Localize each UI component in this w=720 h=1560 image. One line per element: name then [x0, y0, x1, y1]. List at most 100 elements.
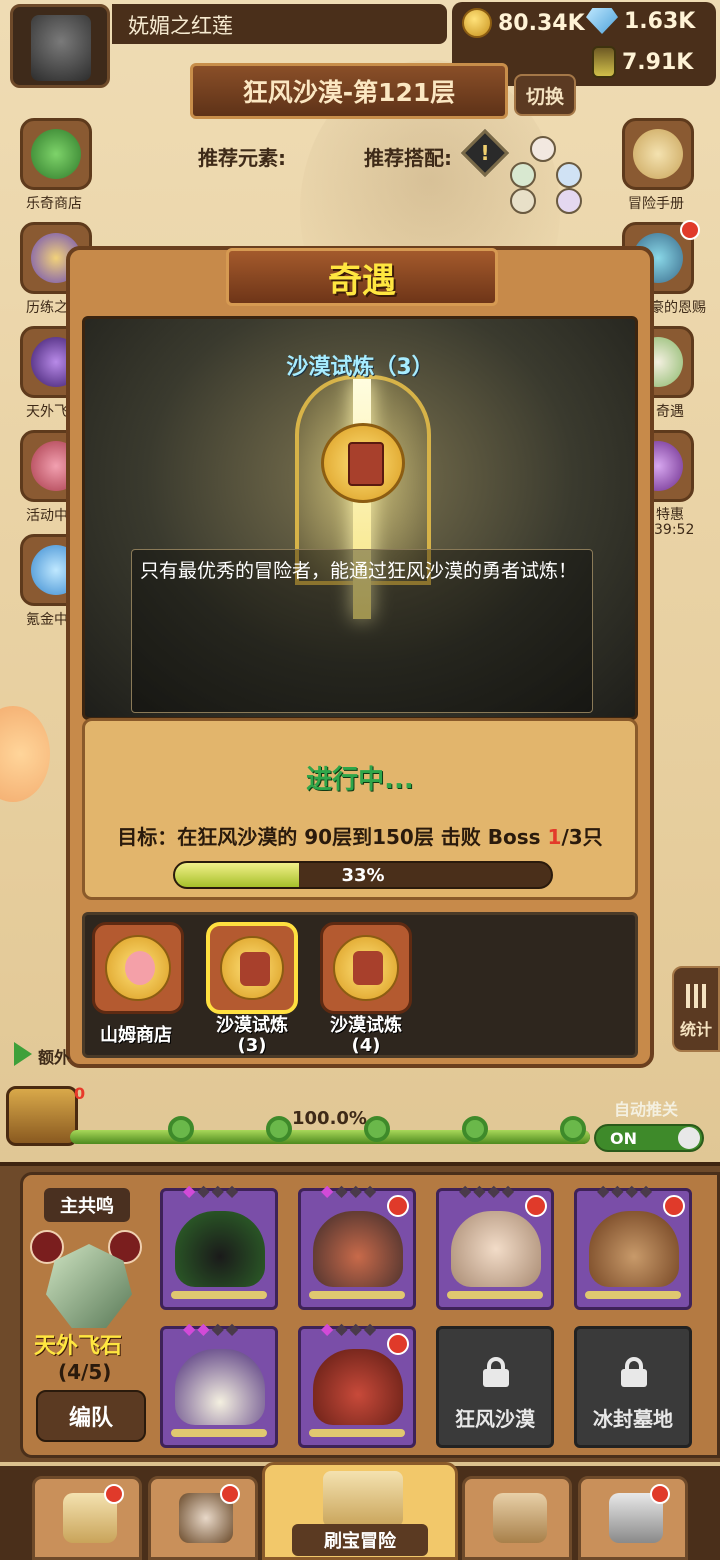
meteor-label: 天外飞 — [26, 404, 68, 420]
formation-button[interactable]: 编队 — [36, 1390, 146, 1442]
status-text: 进行中... — [306, 765, 414, 795]
progress-label: 33% — [341, 864, 385, 886]
knight-helmet-icon — [31, 15, 91, 81]
clover-icon — [31, 129, 81, 179]
book-icon — [333, 935, 399, 1001]
nav-shop[interactable] — [32, 1476, 142, 1560]
statistics-button[interactable]: 统计 — [672, 966, 720, 1052]
notification-dot — [220, 1484, 240, 1504]
option-desert-trial-3-label: 沙漠试炼 (3) — [216, 1015, 288, 1056]
fire-element-icon — [525, 1195, 547, 1217]
hero-stars: ◆◆◆◆ — [597, 1181, 655, 1200]
encounter-label: 奇遇 — [656, 404, 684, 420]
notification-dot — [104, 1484, 124, 1504]
hero-slot[interactable]: ◆◆◆◆ — [160, 1181, 278, 1310]
hooded-hero-icon — [175, 1211, 265, 1287]
hero-stars: ◆◆◆◆ — [321, 1181, 379, 1200]
gem-counter[interactable]: 1.63K — [586, 8, 695, 34]
lucky-shop-button[interactable] — [20, 118, 92, 190]
option-sam-shop-label: 山姆商店 — [100, 1025, 172, 1046]
nav-forge[interactable] — [578, 1476, 688, 1560]
diamond-icon — [586, 8, 618, 34]
key-icon — [168, 1116, 194, 1142]
treasure-map-icon — [323, 1471, 403, 1527]
lucky-shop-label: 乐奇商店 — [26, 196, 82, 212]
hero-stars: ◆◆◆◆ — [321, 1319, 379, 1338]
potion-jar-icon — [592, 46, 616, 78]
hero-slot[interactable]: ◆◆◆◆ — [574, 1181, 692, 1310]
trial-label: 历练之 — [26, 300, 68, 316]
key-icon — [462, 1116, 488, 1142]
goal-suffix: /3只 — [561, 825, 603, 849]
lock-icon — [621, 1357, 647, 1387]
notification-dot — [680, 220, 700, 240]
track-percent: 100.0% — [292, 1108, 367, 1129]
hero-slot[interactable]: ◆◆◆◆ — [436, 1181, 554, 1310]
fire-element-icon — [387, 1333, 409, 1355]
adventure-manual-button[interactable] — [622, 118, 694, 190]
player-avatar[interactable] — [10, 4, 110, 88]
toggle-knob — [678, 1127, 700, 1149]
dark-element-icon — [556, 188, 582, 214]
option-desert-trial-4[interactable] — [320, 922, 412, 1014]
locked-slot-desert[interactable]: 狂风沙漠 — [436, 1326, 554, 1448]
hero-slot[interactable]: ◆◆◆◆ — [298, 1319, 416, 1448]
locked-slot-frozen[interactable]: 冰封墓地 — [574, 1326, 692, 1448]
bald-monk-hero-icon — [451, 1211, 541, 1287]
treasure-chest-icon[interactable] — [6, 1086, 78, 1146]
event-center-label: 活动中 — [26, 508, 68, 524]
topup-label: 氪金中 — [26, 612, 68, 628]
stage-track — [70, 1130, 590, 1144]
adventure-manual-label: 冒险手册 — [628, 196, 684, 212]
statistics-label: 统计 — [679, 1020, 712, 1039]
lock-icon — [483, 1357, 509, 1387]
hero-slot[interactable]: ◆◆◆◆ — [160, 1319, 278, 1448]
recommend-element-label: 推荐元素: — [198, 146, 286, 170]
special-offer-timer: 39:52 — [654, 522, 695, 538]
modal-title: 奇遇 — [328, 260, 396, 301]
locked-slot-label: 冰封墓地 — [593, 1407, 673, 1431]
nav-active-label: 刷宝冒险 — [292, 1524, 428, 1556]
player-name: 妩媚之红莲 — [128, 14, 233, 38]
gold-coin-icon — [462, 8, 492, 38]
option-desert-trial-3[interactable] — [206, 922, 298, 1014]
hero-stars: ◆◆◆◆ — [459, 1181, 517, 1200]
option-desert-trial-4-label: 沙漠试炼 (4) — [330, 1015, 402, 1056]
fire-element-icon — [663, 1195, 685, 1217]
resonance-tag: 主共鸣 — [44, 1188, 130, 1222]
hero-stars: ◆◆◆◆ — [183, 1181, 241, 1200]
auto-advance-toggle[interactable]: ON — [594, 1124, 704, 1152]
earth-element-icon — [510, 188, 536, 214]
hero-slot[interactable]: ◆◆◆◆ — [298, 1181, 416, 1310]
event-scene: 沙漠试炼（3） 只有最优秀的冒险者，能通过狂风沙漠的勇者试炼！ — [82, 316, 638, 720]
gold-counter[interactable]: 80.34K — [462, 8, 585, 38]
gem-value: 1.63K — [624, 8, 696, 34]
chest-count: 0 — [74, 1084, 86, 1103]
switch-stage-button[interactable]: 切换 — [514, 74, 576, 116]
play-icon[interactable] — [14, 1042, 32, 1066]
book-icon — [220, 936, 284, 1000]
option-sam-shop[interactable] — [92, 922, 184, 1014]
fire-element-icon — [530, 136, 556, 162]
goal-progress-bar: 33% — [173, 861, 553, 889]
event-title: 沙漠试炼（3） — [286, 355, 434, 380]
scroll-icon — [633, 129, 683, 179]
bar-chart-icon — [686, 984, 710, 1008]
goal-text: 目标：在狂风沙漠的 90层到150层 击败 Boss 1/3只 — [85, 821, 635, 850]
auto-advance-label: 自动推关 — [614, 1100, 679, 1119]
nav-heroes[interactable] — [148, 1476, 258, 1560]
modal-title-banner: 奇遇 — [226, 248, 498, 306]
stage-title: 狂风沙漠-第121层 — [190, 63, 508, 119]
toggle-label: ON — [610, 1129, 637, 1148]
masked-hero-icon — [313, 1211, 403, 1287]
hero-stars: ◆◆◆◆ — [183, 1319, 241, 1338]
event-book-icon — [321, 423, 405, 503]
fire-element-icon — [387, 1195, 409, 1217]
backpack-icon — [493, 1493, 547, 1543]
key-icon — [364, 1116, 390, 1142]
nav-inventory[interactable] — [462, 1476, 572, 1560]
potion-counter[interactable]: 7.91K — [592, 46, 693, 78]
goal-prefix: 目标：在狂风沙漠的 90层到150层 击败 Boss — [117, 825, 548, 849]
water-element-icon — [556, 162, 582, 188]
recommend-combo-label: 推荐搭配: — [364, 146, 452, 170]
